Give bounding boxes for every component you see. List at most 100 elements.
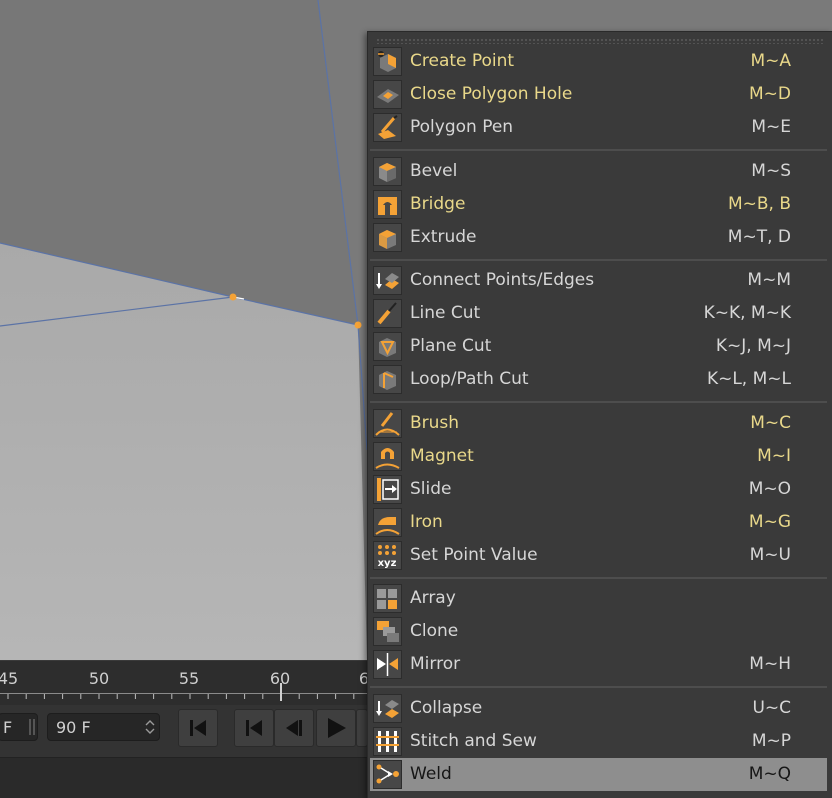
menu-item-collapse[interactable]: Collapse U~C: [370, 692, 827, 725]
menu-item-loop-path-cut[interactable]: Loop/Path Cut K~L, M~L: [370, 363, 827, 396]
timeline-tick-label: 45: [0, 669, 19, 688]
menu-separator: [370, 259, 827, 261]
menu-item-mirror[interactable]: Mirror M~H: [370, 648, 827, 681]
menu-item-label: Polygon Pen: [410, 117, 514, 137]
menu-item-connect-points-edges[interactable]: Connect Points/Edges M~M: [370, 264, 827, 297]
previous-key-icon: [246, 720, 262, 736]
set-point-value-icon: xyz: [373, 541, 402, 570]
stitch-and-sew-icon: [373, 727, 402, 756]
selected-point[interactable]: [354, 321, 362, 329]
menu-item-close-polygon-hole[interactable]: Close Polygon Hole M~D: [370, 78, 827, 111]
menu-item-label: Slide: [410, 479, 452, 499]
menu-item-label: Mirror: [410, 654, 461, 674]
menu-item-label: Iron: [410, 512, 443, 532]
menu-item-shortcut: K~J, M~J: [715, 336, 791, 356]
menu-item-shortcut: M~S: [751, 161, 791, 181]
menu-separator: [370, 149, 827, 151]
polygon-pen-icon: [373, 113, 402, 142]
menu-item-label: Extrude: [410, 227, 477, 247]
menu-item-extrude[interactable]: Extrude M~T, D: [370, 221, 827, 254]
menu-item-shortcut: M~P: [751, 731, 791, 751]
menu-item-label: Loop/Path Cut: [410, 369, 529, 389]
go-to-start-button[interactable]: [178, 709, 218, 747]
play-icon: [328, 718, 346, 738]
menu-item-shortcut: K~K, M~K: [703, 303, 791, 323]
extrude-icon: [373, 223, 402, 252]
menu-item-label: Array: [410, 588, 456, 608]
menu-item-bevel[interactable]: Bevel M~S: [370, 155, 827, 188]
menu-item-create-point[interactable]: Create Point M~A: [370, 45, 827, 78]
menu-item-shortcut: M~U: [749, 545, 791, 565]
timeline-tick-label: 55: [178, 669, 200, 688]
mesh-tools-menu: Create Point M~A Close Polygon Hole M~D …: [367, 31, 832, 798]
menu-item-shortcut: M~O: [748, 479, 791, 499]
previous-key-button[interactable]: [234, 709, 274, 747]
menu-item-label: Connect Points/Edges: [410, 270, 595, 290]
menu-item-stitch-and-sew[interactable]: Stitch and Sew M~P: [370, 725, 827, 758]
connect-points-icon: [373, 266, 402, 295]
menu-item-set-point-value[interactable]: xyz Set Point Value M~U: [370, 539, 827, 572]
bridge-icon: [373, 190, 402, 219]
menu-item-brush[interactable]: Brush M~C: [370, 407, 827, 440]
menu-tearoff-grip[interactable]: [376, 38, 825, 44]
menu-item-label: Weld: [410, 764, 452, 784]
menu-item-shortcut: M~A: [750, 51, 791, 71]
menu-item-shortcut: K~L, M~L: [706, 369, 791, 389]
line-cut-icon: [373, 299, 402, 328]
iron-icon: [373, 508, 402, 537]
clone-icon: [373, 617, 402, 646]
spinner-arrows-icon[interactable]: [145, 718, 155, 736]
menu-item-shortcut: M~E: [751, 117, 791, 137]
menu-item-polygon-pen[interactable]: Polygon Pen M~E: [370, 111, 827, 144]
end-frame-field[interactable]: 90 F: [47, 713, 160, 741]
menu-item-label: Collapse: [410, 698, 483, 718]
menu-item-shortcut: U~C: [752, 698, 791, 718]
menu-item-shortcut: M~D: [748, 84, 791, 104]
close-polygon-hole-icon: [373, 80, 402, 109]
menu-item-label: Plane Cut: [410, 336, 492, 356]
menu-item-iron[interactable]: Iron M~G: [370, 506, 827, 539]
menu-item-shortcut: M~G: [748, 512, 791, 532]
svg-text:xyz: xyz: [378, 558, 397, 569]
mirror-icon: [373, 650, 402, 679]
menu-item-shortcut: M~I: [757, 446, 791, 466]
plane-cut-icon: [373, 332, 402, 361]
array-icon: [373, 584, 402, 613]
menu-item-label: Magnet: [410, 446, 474, 466]
selected-point[interactable]: [229, 293, 237, 301]
menu-item-shortcut: M~T, D: [727, 227, 791, 247]
menu-separator: [370, 686, 827, 688]
loop-path-cut-icon: [373, 365, 402, 394]
menu-item-weld[interactable]: Weld M~Q: [370, 758, 827, 791]
timeline-tick-label: 50: [88, 669, 110, 688]
bevel-icon: [373, 157, 402, 186]
end-frame-value: 90 F: [56, 718, 91, 737]
weld-icon: [373, 760, 402, 789]
menu-item-clone[interactable]: Clone: [370, 615, 827, 648]
menu-item-plane-cut[interactable]: Plane Cut K~J, M~J: [370, 330, 827, 363]
menu-item-magnet[interactable]: Magnet M~I: [370, 440, 827, 473]
menu-item-label: Create Point: [410, 51, 515, 71]
menu-item-slide[interactable]: Slide M~O: [370, 473, 827, 506]
collapse-icon: [373, 694, 402, 723]
menu-item-label: Bridge: [410, 194, 466, 214]
menu-item-label: Stitch and Sew: [410, 731, 537, 751]
menu-item-bridge[interactable]: Bridge M~B, B: [370, 188, 827, 221]
menu-item-label: Close Polygon Hole: [410, 84, 573, 104]
start-frame-field[interactable]: F: [0, 713, 38, 741]
menu-item-label: Set Point Value: [410, 545, 538, 565]
playhead-marker[interactable]: [280, 683, 282, 701]
slide-icon: [373, 475, 402, 504]
menu-item-label: Line Cut: [410, 303, 481, 323]
previous-frame-button[interactable]: [274, 709, 314, 747]
play-button[interactable]: [316, 709, 356, 747]
menu-item-label: Clone: [410, 621, 459, 641]
menu-item-array[interactable]: Array: [370, 582, 827, 615]
menu-item-line-cut[interactable]: Line Cut K~K, M~K: [370, 297, 827, 330]
brush-icon: [373, 409, 402, 438]
menu-item-shortcut: M~M: [747, 270, 791, 290]
menu-separator: [370, 577, 827, 579]
menu-item-shortcut: M~H: [749, 654, 791, 674]
previous-frame-icon: [286, 720, 302, 736]
menu-item-shortcut: M~B, B: [727, 194, 791, 214]
